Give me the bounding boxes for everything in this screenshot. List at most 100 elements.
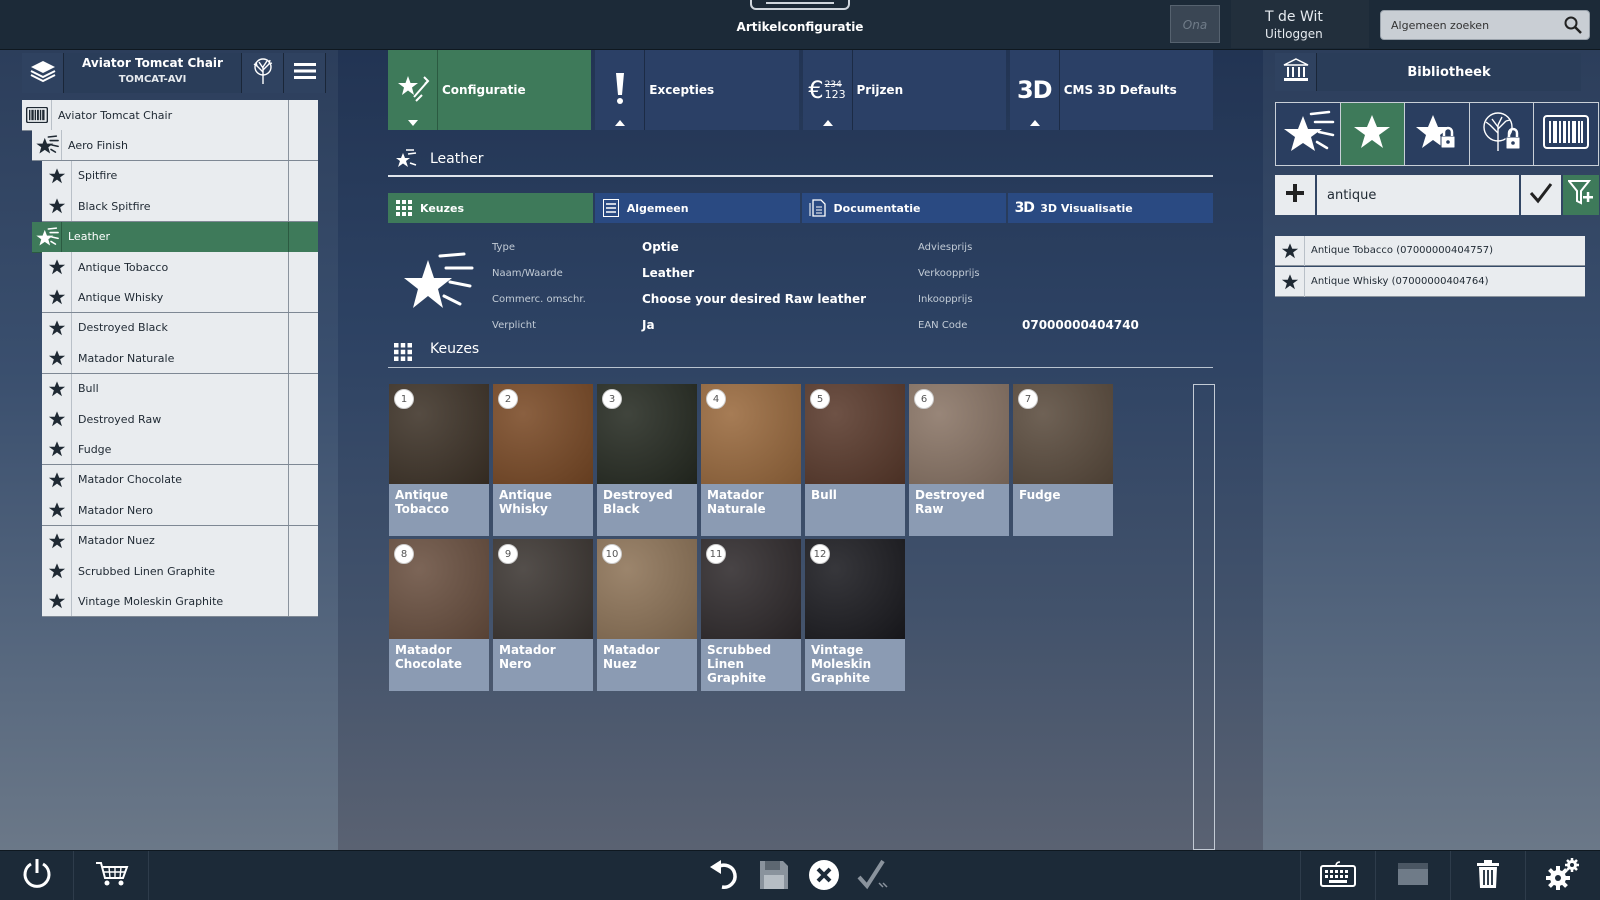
user-name: T de Wit [1265,9,1323,25]
subtab-keuzes[interactable]: Keuzes [388,193,593,223]
subtab-3d-visualisatie-label: 3D Visualisatie [1040,201,1133,215]
cancel-button[interactable] [806,859,842,895]
choice-name: Scrubbed Linen Graphite [707,643,772,685]
stars-icon [1281,108,1335,160]
choice-tile[interactable]: 3 Destroyed Black [597,384,697,536]
tree-item-action[interactable] [288,556,318,586]
tree-view-button[interactable] [242,53,284,93]
save-button[interactable] [756,859,792,895]
subtab-3d-visualisatie[interactable]: 3D 3D Visualisatie [1008,193,1213,223]
library-button[interactable] [1275,53,1317,91]
settings-button[interactable] [1525,851,1599,900]
approve-button[interactable] [856,859,892,895]
tree-item[interactable]: Matador Chocolate [42,464,318,496]
layers-button[interactable] [22,53,64,93]
barcode-icon [1543,115,1590,153]
tree-item-action[interactable] [288,160,318,191]
filter-choices-button[interactable] [1340,103,1405,165]
tree-item-action[interactable] [288,221,318,252]
choice-tile[interactable]: 2 Antique Whisky [493,384,593,536]
power-button[interactable] [0,851,74,900]
panel-button[interactable] [1375,851,1449,900]
tree-item[interactable]: Aero Finish [32,130,318,162]
tree-item[interactable]: Matador Naturale [42,343,318,375]
star-icon [42,282,72,313]
stars-icon [32,221,62,252]
choice-tile[interactable]: 6 Destroyed Raw [909,384,1009,536]
choices-header: Keuzes [388,333,1213,368]
subtab-documentatie[interactable]: Documentatie [801,193,1007,223]
choice-tile[interactable]: 10 Matador Nuez [597,539,697,691]
choice-tile[interactable]: 1 Antique Tobacco [389,384,489,536]
global-search-input[interactable] [1381,11,1559,39]
add-button[interactable] [1275,175,1315,215]
tree-item-action[interactable] [288,100,318,130]
tree-item-action[interactable] [288,343,318,374]
tree-item[interactable]: Spitfire [42,160,318,192]
choice-tile[interactable]: 8 Matador Chocolate [389,539,489,691]
tree-item[interactable]: Antique Tobacco [42,252,318,283]
chevron-up-icon [1029,120,1040,126]
tree-item[interactable]: Destroyed Black [42,312,318,344]
tab-cms-3d-defaults[interactable]: 3D CMS 3D Defaults [1009,50,1213,130]
library-result-item[interactable]: Antique Tobacco (07000000404757) [1275,235,1585,266]
tree-item-action[interactable] [288,464,318,495]
filter-options-button[interactable] [1276,103,1340,165]
tree-item[interactable]: Scrubbed Linen Graphite [42,556,318,587]
tree-item[interactable]: Matador Nero [42,495,318,527]
tab-configuratie[interactable]: Configuratie [388,50,592,130]
filter-locked-structure-button[interactable] [1469,103,1534,165]
star-lock-icon [1415,112,1459,156]
tree-item[interactable]: Leather [32,221,318,253]
choice-tile[interactable]: 4 Matador Naturale [701,384,801,536]
filter-locked-choices-button[interactable] [1405,103,1469,165]
search-icon[interactable] [1563,15,1583,35]
filter-articles-button[interactable] [1534,103,1598,165]
choice-tile[interactable]: 11 Scrubbed Linen Graphite [701,539,801,691]
choice-tile[interactable]: 12 Vintage Moleskin Graphite [805,539,905,691]
tree-item-action[interactable] [288,586,318,617]
tree-item-action[interactable] [288,495,318,526]
keyboard-button[interactable] [1300,851,1374,900]
tree-item[interactable]: Destroyed Raw [42,404,318,435]
choice-tile[interactable]: 9 Matador Nero [493,539,593,691]
tree-item[interactable]: Bull [42,373,318,405]
tree-item-action[interactable] [288,282,318,313]
tree-item-action[interactable] [288,130,318,161]
menu-icon [293,62,316,84]
choice-tile[interactable]: 7 Fudge [1013,384,1113,536]
star-icon [42,434,72,465]
tree-item-action[interactable] [288,191,318,222]
tab-prijzen[interactable]: € 234 123 Prijzen [802,50,1006,130]
ona-button[interactable]: Ona [1170,5,1220,43]
tab-excepties[interactable]: Excepties [595,50,799,130]
choices-scrollbar[interactable] [1193,384,1215,850]
menu-button[interactable] [284,53,326,93]
tree-item-action[interactable] [288,525,318,556]
tree-item-action[interactable] [288,404,318,434]
tree-item-action[interactable] [288,434,318,465]
logout-link[interactable]: Uitloggen [1265,27,1323,41]
library-icon [1283,58,1309,86]
undo-button[interactable] [706,859,742,895]
tree-item[interactable]: Matador Nuez [42,525,318,557]
tree-item[interactable]: Fudge [42,434,318,466]
confirm-search-button[interactable] [1521,175,1561,215]
choice-tile[interactable]: 5 Bull [805,384,905,536]
tree-item[interactable]: Vintage Moleskin Graphite [42,586,318,618]
tree-item[interactable]: Black Spitfire [42,191,318,223]
tree-item[interactable]: Antique Whisky [42,282,318,314]
add-filter-button[interactable] [1563,175,1599,215]
library-search-input[interactable] [1317,175,1519,215]
pull-down-handle[interactable] [750,0,850,10]
3d-icon: 3D [1016,76,1053,104]
tree-item[interactable]: Aviator Tomcat Chair [22,100,318,131]
delete-button[interactable] [1450,851,1524,900]
cart-button[interactable] [75,851,149,900]
tree-item-action[interactable] [288,373,318,404]
tree-item-action[interactable] [288,312,318,343]
subtab-algemeen[interactable]: Algemeen [594,193,800,223]
tree-item-action[interactable] [288,252,318,282]
library-result-item[interactable]: Antique Whisky (07000000404764) [1275,266,1585,297]
star-icon [42,556,72,586]
